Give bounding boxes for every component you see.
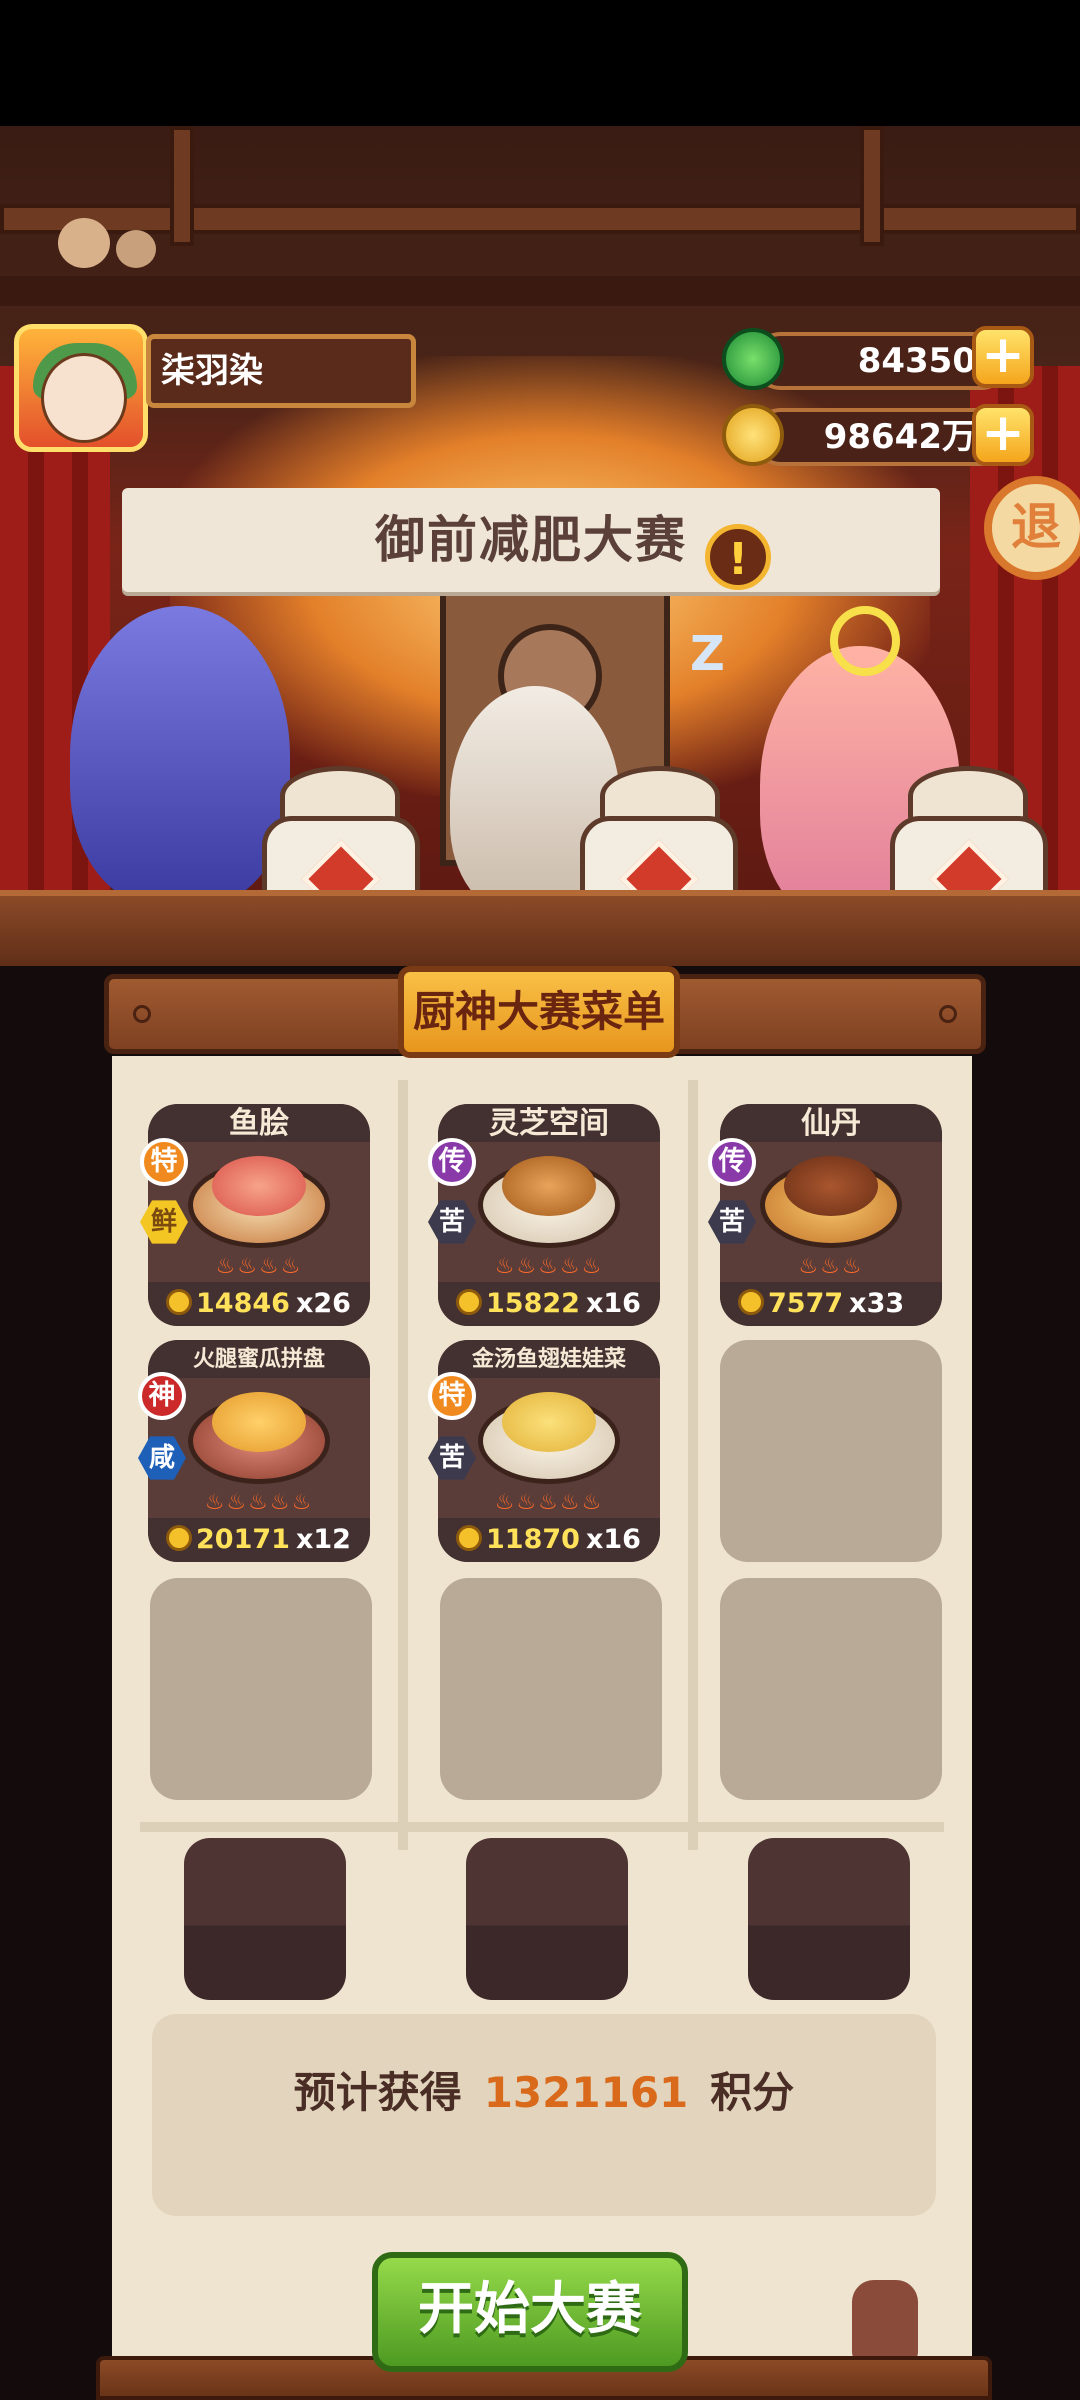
coin-icon bbox=[166, 1289, 192, 1315]
add-jade-button[interactable]: + bbox=[972, 326, 1034, 388]
chick-figure bbox=[116, 230, 156, 268]
menu-title: 厨神大赛菜单 bbox=[398, 966, 680, 1058]
dish-name: 仙丹 bbox=[801, 1106, 861, 1141]
stage-floor bbox=[0, 890, 1080, 966]
score-line: 预计获得 1321161 积分 bbox=[152, 2058, 936, 2128]
score-suffix: 积分 bbox=[710, 2068, 795, 2117]
dish-name: 鱼脍 bbox=[229, 1106, 289, 1141]
board-knob bbox=[133, 1005, 151, 1023]
rank-badge: 特 bbox=[140, 1138, 188, 1186]
chef-slot[interactable] bbox=[748, 1838, 910, 2000]
flame-rating: ♨♨♨♨♨ bbox=[494, 1254, 604, 1279]
start-contest-button[interactable]: 开始大赛 bbox=[372, 2252, 688, 2372]
dish-food bbox=[502, 1392, 596, 1452]
event-title: 御前减肥大赛 bbox=[375, 511, 687, 569]
stage-header bbox=[0, 276, 1080, 306]
character-blue-sage bbox=[70, 606, 290, 906]
empty-dish-slot[interactable] bbox=[720, 1578, 942, 1800]
alert-icon[interactable]: ! bbox=[705, 524, 771, 590]
player-name-box: 柒羽染 bbox=[146, 334, 416, 408]
flame-rating: ♨♨♨♨♨ bbox=[204, 1490, 314, 1515]
avatar[interactable] bbox=[14, 324, 148, 452]
jade-value: 84350 bbox=[857, 341, 976, 381]
dish-card[interactable]: 仙丹 ♨♨♨ 7577 x33 bbox=[720, 1104, 942, 1326]
dish-food bbox=[212, 1392, 306, 1452]
roof-beam bbox=[0, 204, 1080, 234]
dish-price: 7577 x33 bbox=[738, 1282, 904, 1326]
jug-decoration bbox=[852, 2280, 918, 2364]
target-ring bbox=[830, 606, 900, 676]
dish-price: 20171 x12 bbox=[166, 1518, 351, 1562]
jade-icon bbox=[722, 328, 784, 390]
dish-name: 金汤鱼翅娃娃菜 bbox=[471, 1347, 626, 1372]
flame-rating: ♨♨♨♨ bbox=[215, 1254, 303, 1279]
dish-food bbox=[502, 1156, 596, 1216]
exit-button[interactable]: 退 bbox=[984, 476, 1080, 580]
empty-dish-slot[interactable] bbox=[440, 1578, 662, 1800]
column-divider bbox=[398, 1080, 408, 1850]
board-knob bbox=[939, 1005, 957, 1023]
top-black-bar bbox=[0, 0, 1080, 126]
score-panel: 预计获得 1321161 积分 bbox=[152, 2014, 936, 2216]
empty-dish-slot[interactable] bbox=[150, 1578, 372, 1800]
dish-price: 11870 x16 bbox=[456, 1518, 641, 1562]
dish-food bbox=[784, 1156, 878, 1216]
rank-badge: 传 bbox=[428, 1138, 476, 1186]
sleep-z-icon: Z bbox=[690, 626, 725, 682]
dish-food bbox=[212, 1156, 306, 1216]
coin-icon bbox=[722, 404, 784, 466]
rank-badge: 神 bbox=[138, 1372, 186, 1420]
player-name: 柒羽染 bbox=[161, 351, 263, 391]
avatar-face bbox=[41, 353, 127, 443]
coin-icon bbox=[456, 1525, 482, 1551]
dish-name: 灵芝空间 bbox=[489, 1106, 609, 1141]
board-divider bbox=[140, 1822, 944, 1832]
dish-price: 15822 x16 bbox=[456, 1282, 641, 1326]
coin-icon bbox=[738, 1289, 764, 1315]
chick-figure bbox=[58, 218, 110, 268]
score-prefix: 预计获得 bbox=[293, 2068, 462, 2117]
coin-value: 98642万 bbox=[823, 417, 976, 457]
event-banner: 御前减肥大赛 bbox=[122, 488, 940, 592]
chef-slot[interactable] bbox=[184, 1838, 346, 2000]
dish-price: 14846 x26 bbox=[166, 1282, 351, 1326]
roof-post bbox=[170, 126, 194, 246]
score-value: 1321161 bbox=[483, 2068, 689, 2117]
roof-post bbox=[860, 126, 884, 246]
coin-icon bbox=[456, 1289, 482, 1315]
chef-slot[interactable] bbox=[466, 1838, 628, 2000]
flame-rating: ♨♨♨♨♨ bbox=[494, 1490, 604, 1515]
dish-name: 火腿蜜瓜拼盘 bbox=[192, 1347, 325, 1372]
rank-badge: 传 bbox=[708, 1138, 756, 1186]
flame-rating: ♨♨♨ bbox=[798, 1254, 864, 1279]
column-divider bbox=[688, 1080, 698, 1850]
empty-dish-slot[interactable] bbox=[720, 1340, 942, 1562]
rank-badge: 特 bbox=[428, 1372, 476, 1420]
add-coins-button[interactable]: + bbox=[972, 404, 1034, 466]
coin-icon bbox=[166, 1525, 192, 1551]
